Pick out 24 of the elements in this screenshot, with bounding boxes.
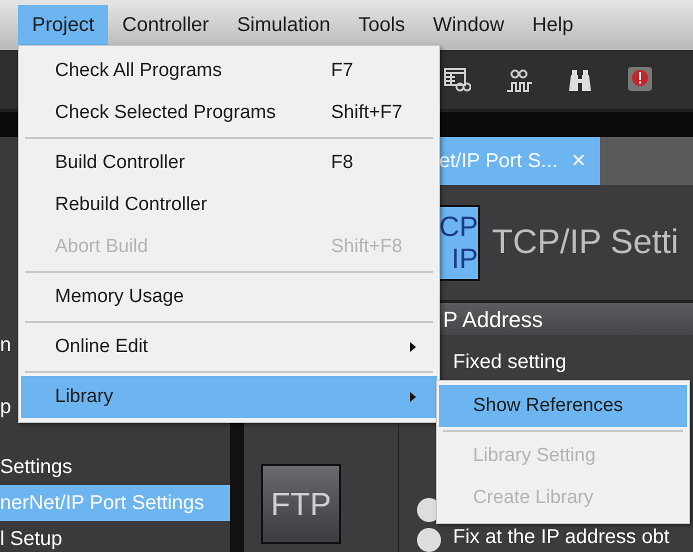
ftp-button[interactable]: FTP — [261, 464, 341, 544]
menu-bar-item[interactable]: Simulation — [222, 5, 344, 45]
table-glasses-icon — [443, 66, 471, 92]
menu-item[interactable]: Show References — [439, 385, 687, 427]
menu-bar-item[interactable]: Project — [18, 5, 108, 45]
menu-bar-item[interactable]: Window — [419, 5, 518, 45]
menu-bar-item[interactable]: Controller — [108, 5, 223, 45]
menu-item[interactable]: Rebuild Controller — [21, 184, 437, 226]
sidebar-item[interactable]: l Setup — [0, 521, 230, 552]
menu-item[interactable]: Build Controller F8 — [21, 142, 437, 184]
menu-item[interactable]: Check All Programs F7 — [21, 50, 437, 92]
option-label: Fixed setting — [453, 350, 566, 375]
menu-item[interactable]: Check Selected Programs Shift+F7 — [21, 92, 437, 134]
tab-label: et/IP Port S... — [439, 149, 558, 174]
radio-button[interactable] — [417, 528, 441, 552]
menu-bar-item[interactable]: Tools — [344, 5, 420, 45]
alert-icon — [627, 66, 653, 94]
page-title: TCP/IP Setti — [492, 222, 678, 263]
menu-bar-item[interactable]: Help — [518, 5, 588, 45]
menu-item[interactable]: Library — [21, 376, 437, 418]
submenu-arrow-icon — [409, 341, 417, 353]
sidebar-item[interactable]: Settings — [0, 449, 230, 485]
submenu-arrow-icon — [409, 391, 417, 403]
radio-label: Fix at the IP address obt — [453, 525, 670, 550]
